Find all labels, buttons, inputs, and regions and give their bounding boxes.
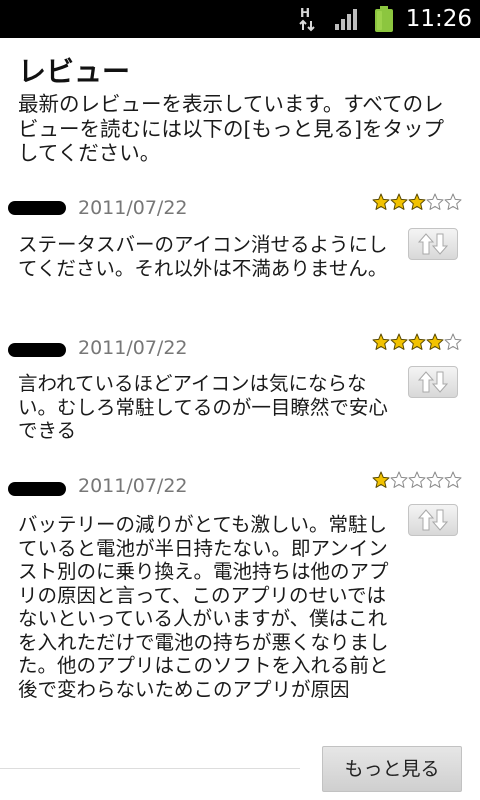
star-empty-icon [444,333,462,350]
thumbs-up-down-icon [417,371,449,393]
author-avatar-redacted [8,482,66,496]
review-text: 言われているほどアイコンは気にならない。むしろ常駐してるのが一目瞭然で安心できる [18,372,388,442]
author-avatar-redacted [8,201,66,215]
star-filled-icon [390,193,408,210]
star-filled-icon [372,193,390,210]
thumbs-up-down-icon [417,233,449,255]
review-text: ステータスバーのアイコン消せるようにしてください。それ以外は不満ありません。 [18,233,388,280]
star-empty-icon [426,193,444,210]
review-item: 2011/07/22 バッテリーの減りがとても激しい。常駐していると電池が半日持… [0,468,480,738]
helpful-vote-button[interactable] [408,366,458,398]
list-divider [0,768,300,769]
star-filled-icon [426,333,444,350]
status-bar: H 11:26 [0,0,480,38]
thumbs-up-down-icon [417,509,449,531]
star-filled-icon [372,471,390,488]
star-rating [372,471,462,491]
review-item: 2011/07/22 言われているほどアイコンは気にならない。むしろ常駐してるの… [0,330,480,454]
star-rating [372,193,462,213]
star-filled-icon [408,333,426,350]
star-filled-icon [408,193,426,210]
star-filled-icon [390,333,408,350]
helpful-vote-button[interactable] [408,504,458,536]
star-empty-icon [390,471,408,488]
page-title: レビュー [18,55,131,88]
star-rating [372,333,462,353]
review-text: バッテリーの減りがとても激しい。常駐していると電池が半日持たない。即アンインスト… [18,513,389,701]
signal-icon [335,9,357,30]
network-type-label: H [300,6,310,20]
hspa-data-icon: H [299,6,315,32]
author-avatar-redacted [8,343,66,357]
helpful-vote-button[interactable] [408,228,458,260]
reviews-screen: レビュー 最新のレビューを表示しています。すべてのレビューを読むには以下の[もっ… [0,38,480,800]
review-date: 2011/07/22 [78,197,188,219]
status-clock: 11:26 [405,6,472,32]
star-empty-icon [444,193,462,210]
battery-icon [375,6,393,32]
star-filled-icon [372,333,390,350]
star-empty-icon [426,471,444,488]
star-empty-icon [408,471,426,488]
intro-text: 最新のレビューを表示しています。すべてのレビューを読むには以下の[もっと見る]を… [18,92,444,165]
review-date: 2011/07/22 [78,337,188,359]
review-item: 2011/07/22 ステータスバーのアイコン消せるようにしてください。それ以外… [0,188,480,314]
review-date: 2011/07/22 [78,475,188,497]
star-empty-icon [444,471,462,488]
see-more-button[interactable]: もっと見る [322,746,462,792]
